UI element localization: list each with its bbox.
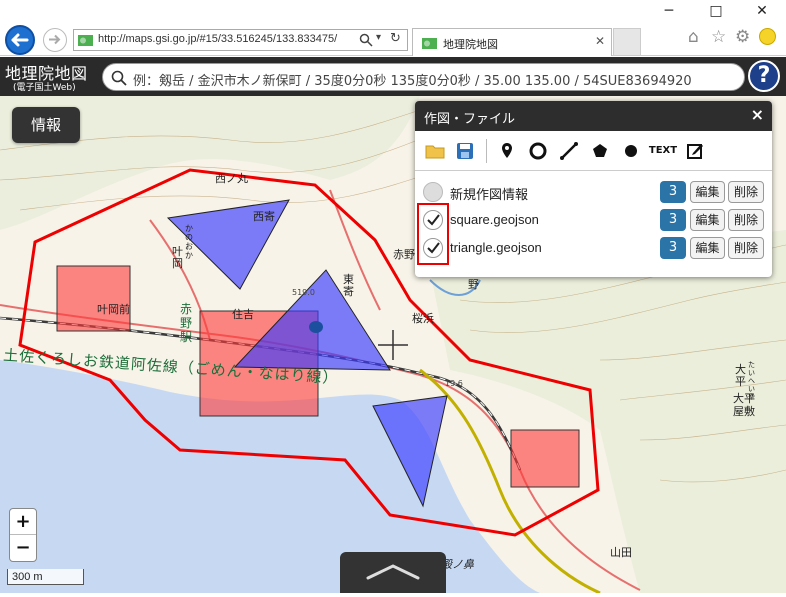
close-window-icon[interactable]: ✕ (745, 0, 779, 22)
map-label: 叶岡前 (97, 303, 130, 316)
line-icon[interactable] (557, 139, 581, 163)
arrow-left-icon (11, 33, 29, 47)
new-tab-button[interactable] (613, 28, 641, 56)
smiley-feedback-icon[interactable] (759, 28, 776, 45)
map-label: 桜浜 (412, 312, 434, 325)
delete-button[interactable]: 削除 (728, 237, 764, 259)
dot-icon[interactable] (619, 139, 643, 163)
panel-title: 作図・ファイル (424, 112, 516, 127)
map-label: 住吉 (232, 308, 254, 321)
zoom-out-button[interactable]: − (10, 536, 36, 562)
layer-name: square.geojson (450, 212, 539, 227)
layer-count-badge: 3 (660, 181, 686, 203)
draw-toolbar: TEXT (415, 131, 772, 171)
map-label: 大平 (735, 363, 746, 388)
scale-bar: 300 m (7, 569, 84, 585)
text-icon[interactable]: TEXT (648, 139, 678, 163)
tab-favicon-icon (422, 38, 437, 49)
map-label: 野 (468, 278, 479, 291)
favorites-star-icon[interactable]: ☆ (711, 27, 726, 47)
refresh-icon[interactable]: ↻ (390, 31, 401, 46)
map-label: 大平屋敷 (733, 392, 755, 418)
tab-close-icon[interactable]: ✕ (595, 34, 605, 48)
edit-icon[interactable] (683, 139, 707, 163)
elevation-label: 519.0 (292, 288, 315, 297)
map-label: 山田 (610, 546, 632, 559)
layer-name: 新規作図情報 (450, 187, 529, 202)
circle-icon[interactable] (526, 139, 550, 163)
gsi-header: 地理院地図 (電子国土Web) 例：剱岳 / 金沢市木ノ新保町 / 35度0分0… (0, 57, 786, 96)
edit-button[interactable]: 編集 (690, 181, 725, 203)
map-label: 赤野 (393, 248, 415, 261)
url-text: http://maps.gsi.go.jp/#15/33.516245/133.… (98, 33, 338, 45)
panel-close-icon[interactable]: × (751, 105, 764, 124)
layer-count-badge: 3 (660, 209, 686, 231)
layer-row: triangle.geojson 3 編集 削除 (415, 234, 772, 262)
minimize-icon[interactable]: ─ (652, 0, 686, 22)
site-favicon-icon (78, 35, 93, 46)
map-label: 赤野駅 (180, 302, 193, 344)
url-field[interactable]: http://maps.gsi.go.jp/#15/33.516245/133.… (73, 29, 408, 51)
home-icon[interactable]: ⌂ (688, 27, 699, 47)
tab-title: 地理院地図 (443, 38, 498, 51)
back-button[interactable] (5, 25, 35, 55)
map-label: 西寄 (253, 210, 275, 223)
chevron-up-icon (366, 564, 420, 580)
layer-count-badge: 3 (660, 237, 686, 259)
layer-row: square.geojson 3 編集 削除 (415, 206, 772, 234)
settings-gear-icon[interactable]: ⚙ (735, 27, 750, 47)
layer-name: triangle.geojson (450, 240, 542, 255)
edit-button[interactable]: 編集 (690, 237, 725, 259)
save-icon[interactable] (453, 139, 477, 163)
map-label: 叶岡 (172, 245, 183, 270)
panel-header: 作図・ファイル × (415, 101, 772, 131)
map-label: 西ノ丸 (215, 172, 248, 185)
folder-open-icon[interactable] (423, 139, 447, 163)
search-placeholder: 例：剱岳 / 金沢市木ノ新保町 / 35度0分0秒 135度0分0秒 / 35.… (133, 74, 692, 89)
checkbox-highlight-annotation (417, 203, 449, 265)
edit-button[interactable]: 編集 (690, 209, 725, 231)
window-titlebar: ─ □ ✕ (0, 0, 786, 22)
browser-address-bar: http://maps.gsi.go.jp/#15/33.516245/133.… (0, 22, 786, 56)
marker-icon[interactable] (495, 139, 519, 163)
delete-button[interactable]: 削除 (728, 209, 764, 231)
map-label: 東寄 (343, 273, 354, 298)
help-button[interactable]: ? (748, 60, 780, 92)
zoom-control: + − (9, 508, 37, 562)
place-search-input[interactable]: 例：剱岳 / 金沢市木ノ新保町 / 35度0分0秒 135度0分0秒 / 35.… (102, 63, 745, 91)
toolbar-separator (486, 139, 487, 163)
dropdown-icon[interactable]: ▾ (376, 32, 381, 43)
map-label: かのおか (185, 224, 193, 260)
layer-checkbox[interactable] (423, 182, 443, 202)
draw-file-panel: 作図・ファイル × TEXT 新規作図情報 3 編集 削除 square.geo… (415, 101, 772, 277)
elevation-label: 19.6 (445, 379, 463, 388)
search-icon (111, 70, 127, 86)
site-logo-subtitle: (電子国土Web) (13, 83, 76, 93)
arrow-right-icon (49, 34, 61, 45)
zoom-in-button[interactable]: + (10, 509, 36, 535)
browser-tab[interactable]: 地理院地図 ✕ (412, 28, 612, 56)
search-icon[interactable] (359, 33, 373, 47)
layer-row: 新規作図情報 3 編集 削除 (415, 178, 772, 206)
maximize-icon[interactable]: □ (699, 0, 733, 22)
expand-bottom-panel-button[interactable] (340, 552, 446, 593)
forward-button[interactable] (43, 28, 67, 52)
info-button[interactable]: 情報 (12, 107, 80, 143)
delete-button[interactable]: 削除 (728, 181, 764, 203)
polygon-icon[interactable] (588, 139, 612, 163)
